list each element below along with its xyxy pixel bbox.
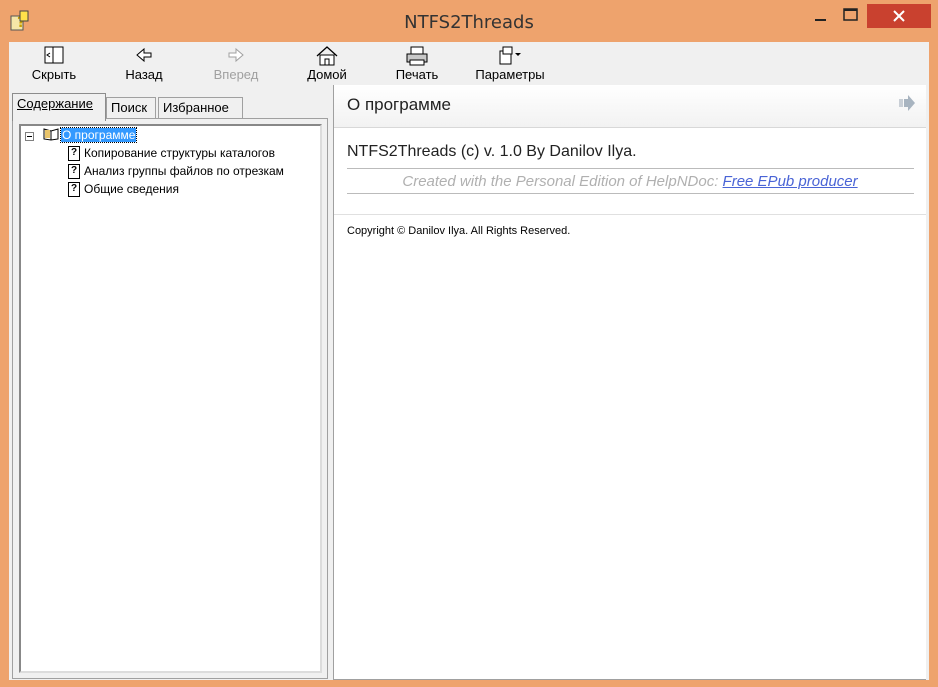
- tree-item-root-label: О программе: [59, 127, 138, 143]
- hide-label: Скрыть: [31, 67, 77, 82]
- forward-label: Вперед: [213, 67, 259, 82]
- options-button[interactable]: Параметры: [469, 42, 551, 85]
- options-label: Параметры: [475, 67, 545, 82]
- printer-icon: [406, 46, 428, 66]
- next-topic-icon[interactable]: [898, 95, 916, 111]
- topic-main-text: NTFS2Threads (c) v. 1.0 By Danilov Ilya.: [347, 143, 637, 160]
- forward-button[interactable]: Вперед: [202, 42, 270, 85]
- divider: [347, 193, 914, 194]
- help-topic-icon: ?: [68, 182, 80, 198]
- toolbar: Скрыть Назад Вперед Домой Печать Парамет…: [9, 42, 929, 85]
- window-title: NTFS2Threads: [404, 12, 534, 33]
- copyright-text: Copyright © Danilov Ilya. All Rights Res…: [347, 225, 571, 237]
- contents-tree[interactable]: О программе ? Копирование структуры катал…: [19, 124, 322, 673]
- topic-content: О программе NTFS2Threads (c) v. 1.0 By D…: [333, 85, 926, 680]
- topic-header: О программе: [334, 85, 926, 128]
- back-label: Назад: [125, 67, 163, 82]
- tab-search-label: Поиск: [111, 100, 148, 115]
- tab-favorites-label: Избранное: [163, 100, 229, 115]
- tab-contents[interactable]: Содержание: [12, 93, 106, 121]
- hide-button[interactable]: Скрыть: [23, 42, 85, 85]
- contents-panel: О программе ? Копирование структуры катал…: [12, 118, 328, 679]
- options-icon: [499, 46, 521, 65]
- home-button[interactable]: Домой: [296, 42, 358, 85]
- tree-item[interactable]: ? Анализ группы файлов по отрезкам: [68, 163, 284, 180]
- maximize-button[interactable]: [838, 4, 864, 26]
- tree-item[interactable]: ? Копирование структуры каталогов: [68, 145, 275, 162]
- divider: [347, 168, 914, 169]
- back-button[interactable]: Назад: [113, 42, 175, 85]
- title-bar[interactable]: ? NTFS2Threads: [0, 0, 938, 42]
- print-button[interactable]: Печать: [386, 42, 448, 85]
- help-topic-icon: ?: [68, 146, 80, 162]
- help-window: ? NTFS2Threads Скрыть Назад Вперед Домой…: [0, 0, 938, 687]
- close-button[interactable]: [867, 4, 931, 28]
- tree-item-label: Анализ группы файлов по отрезкам: [84, 164, 284, 178]
- home-label: Домой: [307, 67, 347, 82]
- book-open-icon: [43, 128, 59, 141]
- tree-item-label: Общие сведения: [84, 182, 179, 196]
- home-icon: [316, 46, 338, 66]
- credit-line: Created with the Personal Edition of Hel…: [334, 173, 926, 190]
- tab-favorites[interactable]: Избранное: [158, 97, 243, 119]
- footer-divider: [334, 214, 926, 215]
- tree-item-root[interactable]: О программе: [43, 127, 138, 144]
- help-topic-icon: ?: [68, 164, 80, 180]
- tree-item[interactable]: ? Общие сведения: [68, 181, 179, 198]
- collapse-toggle[interactable]: [25, 132, 34, 141]
- credit-text: Created with the Personal Edition of Hel…: [402, 173, 723, 190]
- minimize-button[interactable]: [808, 4, 834, 26]
- forward-arrow-icon: [228, 47, 244, 63]
- tree-item-label: Копирование структуры каталогов: [84, 146, 275, 160]
- back-arrow-icon: [136, 47, 152, 63]
- client-area: Содержание Поиск Избранное О программе ?…: [9, 85, 929, 680]
- topic-title: О программе: [347, 95, 452, 114]
- hide-pane-icon: [44, 46, 64, 64]
- tab-search[interactable]: Поиск: [106, 97, 156, 119]
- print-label: Печать: [395, 67, 439, 82]
- tab-contents-label: Содержание: [17, 96, 93, 111]
- credit-link[interactable]: Free EPub producer: [723, 173, 858, 190]
